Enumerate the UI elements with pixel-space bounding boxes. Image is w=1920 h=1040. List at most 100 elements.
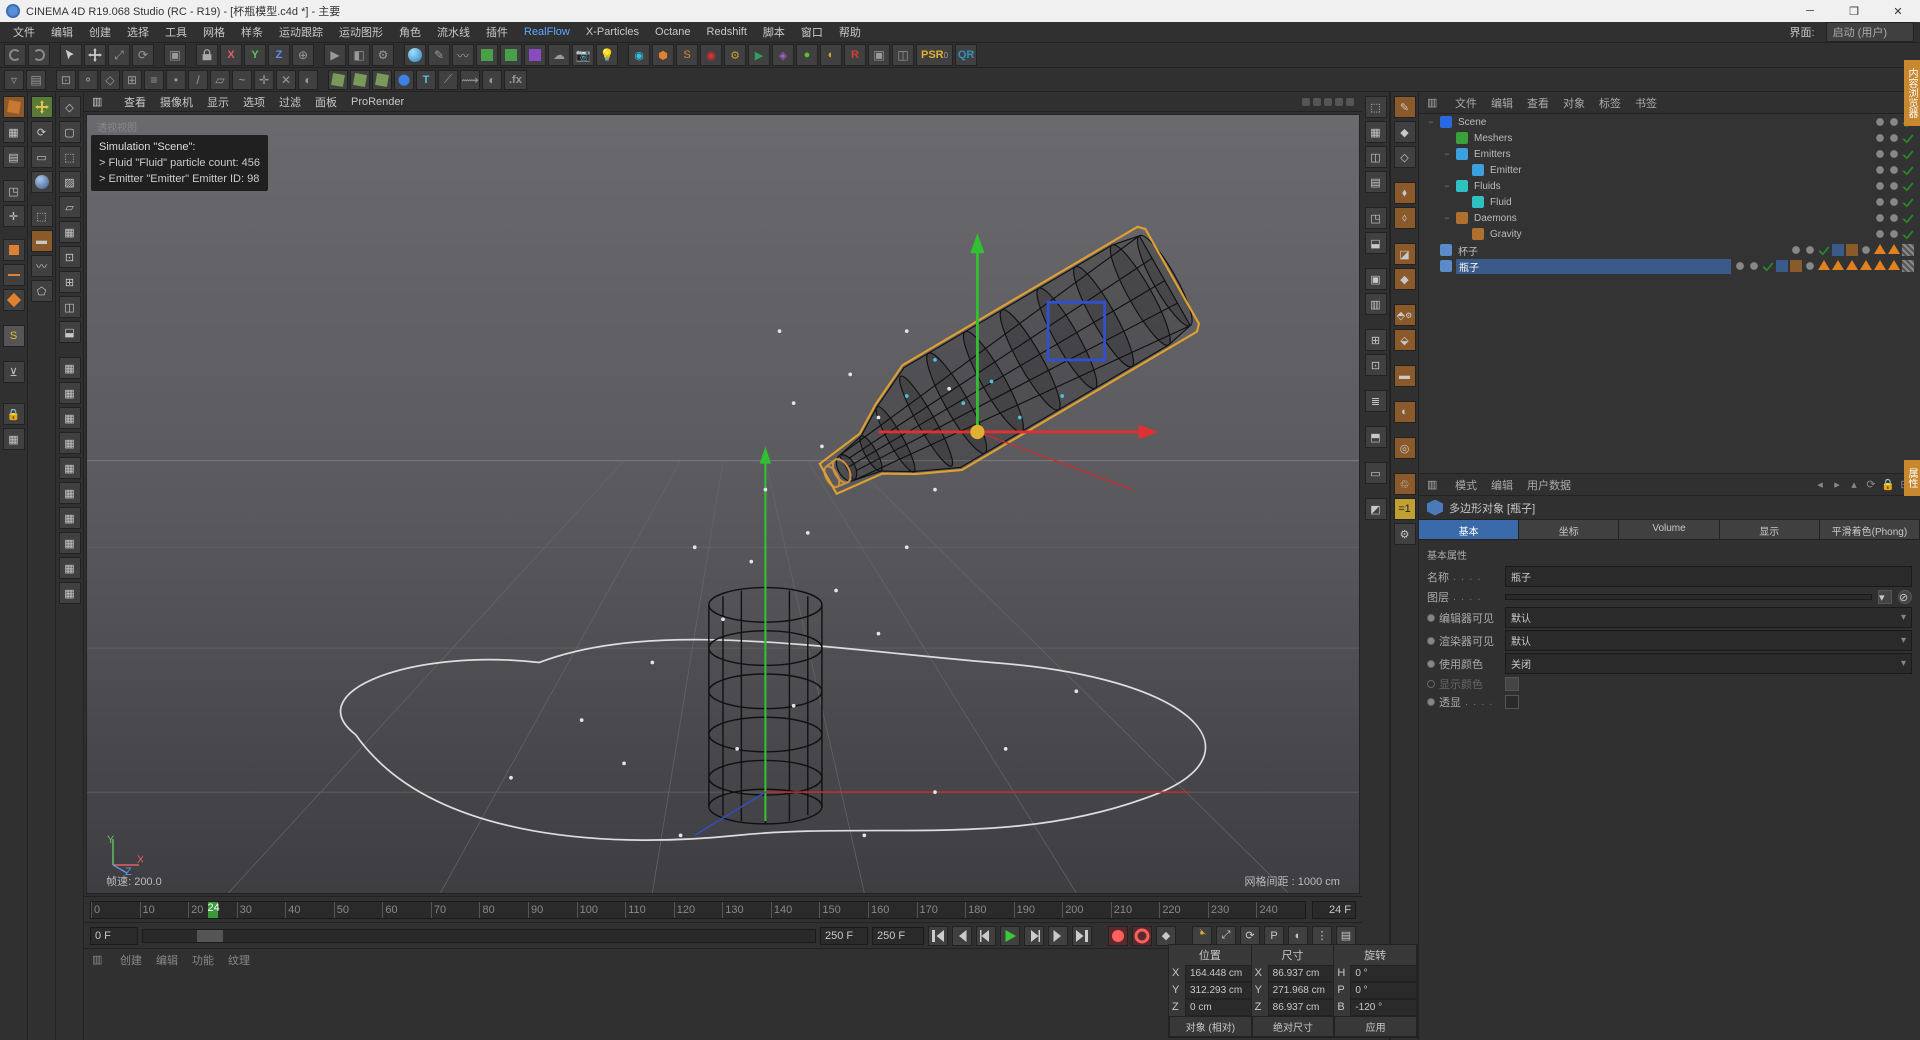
rvp-b15[interactable]: ⚙: [1394, 523, 1416, 545]
subtab-volume[interactable]: Volume: [1619, 520, 1719, 539]
am-nav-fwd-icon[interactable]: ▸: [1830, 478, 1844, 491]
snap-edge-button[interactable]: /: [188, 70, 208, 90]
xp-modifier-icon[interactable]: S: [676, 44, 698, 66]
grid-mode-button[interactable]: ▦: [3, 428, 25, 450]
menu-octane[interactable]: Octane: [648, 24, 697, 40]
grid-c[interactable]: ▦: [59, 407, 81, 429]
rvp-b10[interactable]: ▬: [1394, 365, 1416, 387]
snap-button[interactable]: ⊡: [56, 70, 76, 90]
range-total-field[interactable]: 250 F: [872, 927, 924, 945]
attr-dispcolor-swatch[interactable]: [1505, 677, 1519, 691]
sidebar-tab-content-browser[interactable]: 内容浏览器: [1904, 60, 1920, 126]
menu-tool[interactable]: 工具: [158, 22, 194, 42]
magnet-button[interactable]: ⊻: [3, 361, 25, 383]
menu-edit[interactable]: 编辑: [44, 22, 80, 42]
tree-node-Meshers[interactable]: Meshers: [1419, 130, 1920, 146]
octane-icon[interactable]: ◉: [700, 44, 722, 66]
rvp-b9[interactable]: ⬙: [1394, 329, 1416, 351]
axis-mode-button[interactable]: ✛: [3, 205, 25, 227]
prev-frame-button[interactable]: [976, 926, 996, 946]
om-tags[interactable]: 标签: [1599, 95, 1621, 111]
snap-grid-button[interactable]: ⊞: [122, 70, 142, 90]
tree-node-杯子[interactable]: 杯子: [1419, 242, 1920, 258]
om-view[interactable]: 查看: [1527, 95, 1549, 111]
am-lock-icon[interactable]: 🔒: [1881, 478, 1895, 491]
deformer-button[interactable]: [524, 44, 546, 66]
render-region-button[interactable]: ◧: [348, 44, 370, 66]
dynamics-button[interactable]: ⬤: [394, 70, 414, 90]
rvp-a12[interactable]: ⬒: [1365, 426, 1387, 448]
menu-select[interactable]: 选择: [120, 22, 156, 42]
mograph-cloner-button[interactable]: [328, 70, 348, 90]
axis-y-button[interactable]: Y: [244, 44, 266, 66]
om-edit[interactable]: 编辑: [1491, 95, 1513, 111]
grid-e[interactable]: ▦: [59, 457, 81, 479]
record-button[interactable]: [1108, 926, 1128, 946]
tree-node-Emitter[interactable]: Emitter: [1419, 162, 1920, 178]
coord-system-button[interactable]: ⊕: [292, 44, 314, 66]
grid-j[interactable]: ▦: [59, 582, 81, 604]
rvp-b7[interactable]: ◆: [1394, 268, 1416, 290]
xp-system-icon[interactable]: ⬢: [652, 44, 674, 66]
menu-create[interactable]: 创建: [82, 22, 118, 42]
key-scale-button[interactable]: ⤢: [1216, 926, 1236, 946]
timeline-current-frame[interactable]: 24 F: [1312, 901, 1356, 919]
rvp-b14[interactable]: =1: [1394, 498, 1416, 520]
xp-emitter-icon[interactable]: ◉: [628, 44, 650, 66]
generator-nurbs-button[interactable]: [476, 44, 498, 66]
rvp-b12[interactable]: ◎: [1394, 437, 1416, 459]
grid-a[interactable]: ▦: [59, 357, 81, 379]
workplane-button[interactable]: ▤: [26, 70, 46, 90]
rvp-a6[interactable]: ⬓: [1365, 232, 1387, 254]
mograph-fracture-button[interactable]: [350, 70, 370, 90]
object-tree[interactable]: −SceneMeshers−EmittersEmitter−FluidsFlui…: [1419, 114, 1920, 474]
menu-file[interactable]: 文件: [6, 22, 42, 42]
edge-mode-button[interactable]: [3, 264, 25, 286]
render-view-button[interactable]: ▶: [324, 44, 346, 66]
texture-mode-button[interactable]: ▦: [3, 121, 25, 143]
effector-menu-button[interactable]: ◐: [482, 70, 502, 90]
prev-key-button[interactable]: [952, 926, 972, 946]
perspective-viewport[interactable]: 透视视图 Simulation "Scene": > Fluid "Fluid"…: [86, 114, 1360, 894]
menu-redshift[interactable]: Redshift: [700, 24, 754, 40]
mat-menu-edit[interactable]: 编辑: [156, 952, 178, 968]
rvp-b1[interactable]: ✎: [1394, 96, 1416, 118]
axis-z-button[interactable]: Z: [268, 44, 290, 66]
rvp-a11[interactable]: ≣: [1365, 390, 1387, 412]
mat-menu-create[interactable]: 创建: [120, 952, 142, 968]
axis-x-button[interactable]: X: [220, 44, 242, 66]
tree-node-Daemons[interactable]: −Daemons: [1419, 210, 1920, 226]
light-button[interactable]: 💡: [596, 44, 618, 66]
tweak-button[interactable]: S: [3, 325, 25, 347]
rvp-b5[interactable]: ⬨: [1394, 207, 1416, 229]
attr-name-field[interactable]: 瓶子: [1505, 566, 1912, 587]
vp-menu-filter[interactable]: 过滤: [279, 94, 301, 110]
octane-settings-icon[interactable]: ⚙: [724, 44, 746, 66]
next-key-button[interactable]: [1048, 926, 1068, 946]
grid-b[interactable]: ▦: [59, 382, 81, 404]
mat-menu-func[interactable]: 功能: [192, 952, 214, 968]
snap-col-8[interactable]: ⊞: [59, 271, 81, 293]
om-bookmarks[interactable]: 书签: [1635, 95, 1657, 111]
scale-tool-button[interactable]: ⤢: [108, 44, 130, 66]
am-nav-up-icon[interactable]: ▴: [1847, 478, 1861, 491]
model-mode-button[interactable]: [3, 96, 25, 118]
am-edit[interactable]: 编辑: [1491, 477, 1513, 493]
autokey-button[interactable]: [1132, 926, 1152, 946]
range-start-field[interactable]: 0 F: [90, 927, 138, 945]
rs-rt-icon[interactable]: ▣: [868, 44, 890, 66]
snap-3d-button[interactable]: ◇: [100, 70, 120, 90]
layer-clear-button[interactable]: ⊘: [1898, 590, 1912, 604]
rvp-a9[interactable]: ⊞: [1365, 329, 1387, 351]
attr-editorvis-dropdown[interactable]: 默认: [1505, 607, 1912, 628]
workplane-mode-button[interactable]: ▤: [3, 146, 25, 168]
poly-mode-button[interactable]: [3, 289, 25, 311]
snap-poly-button[interactable]: ▱: [210, 70, 230, 90]
menu-window[interactable]: 窗口: [794, 22, 830, 42]
menu-script[interactable]: 脚本: [756, 22, 792, 42]
rvp-a13[interactable]: ▭: [1365, 462, 1387, 484]
point-mode-button[interactable]: [3, 239, 25, 261]
snap-col-4[interactable]: ▨: [59, 171, 81, 193]
octane-env-icon[interactable]: ◐: [820, 44, 842, 66]
menu-realflow[interactable]: RealFlow: [517, 24, 577, 40]
